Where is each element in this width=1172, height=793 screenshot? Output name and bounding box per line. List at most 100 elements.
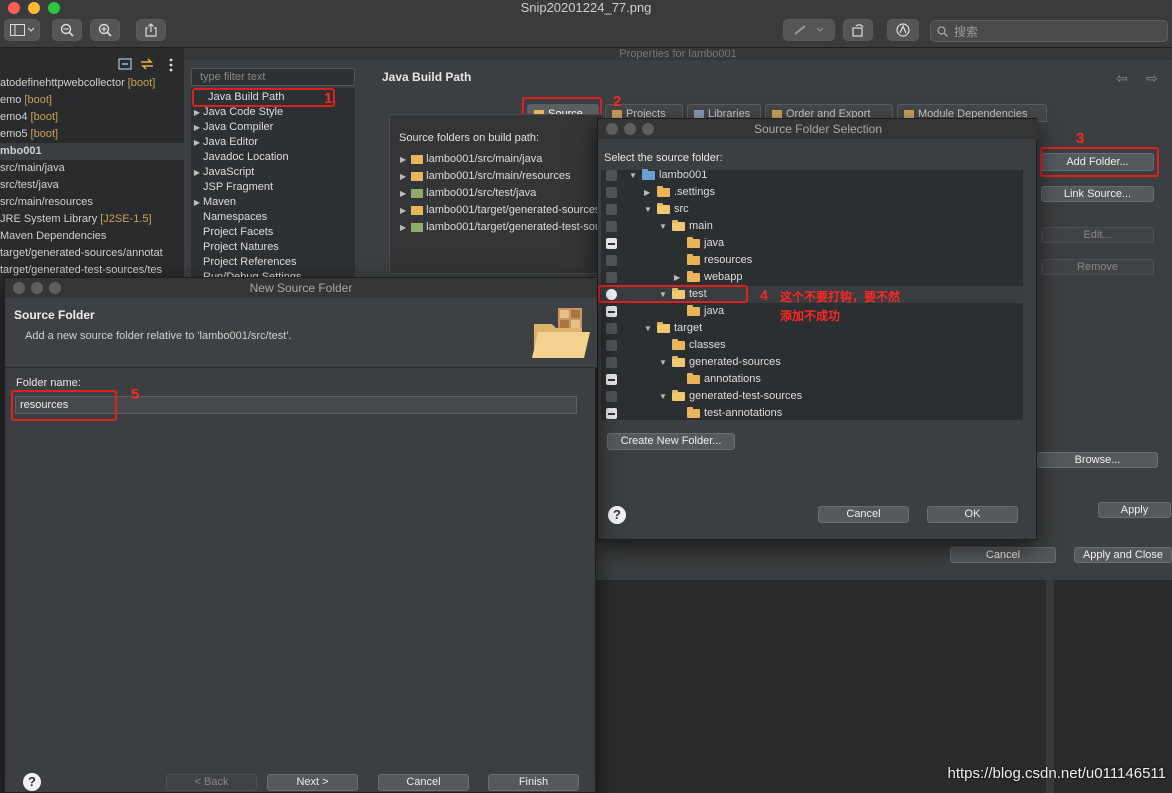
nav-item[interactable]: ▶ Maven (191, 195, 355, 210)
wizard-minimize-icon[interactable] (31, 282, 43, 294)
expand-arrow-icon[interactable]: ▶ (191, 135, 203, 150)
next-button[interactable]: Next > (267, 774, 358, 791)
nav-item[interactable]: Project References (191, 255, 355, 270)
link-with-editor-icon[interactable] (140, 58, 154, 70)
expand-arrow-icon[interactable]: ▶ (191, 165, 203, 180)
folder-tree-row[interactable]: java (601, 235, 1023, 252)
finish-button[interactable]: Finish (488, 774, 579, 791)
rotate-button[interactable] (843, 19, 873, 41)
explorer-item[interactable]: mbo001 (0, 143, 184, 160)
folder-tree-row[interactable]: ▶ .settings (601, 184, 1023, 201)
explorer-item[interactable]: src/main/resources (0, 194, 184, 211)
expand-arrow-icon[interactable]: ▶ (191, 120, 203, 135)
apply-button[interactable]: Apply (1098, 502, 1171, 518)
folder-tree-row[interactable]: ▼ generated-sources (601, 354, 1023, 371)
wizard-close-icon[interactable] (13, 282, 25, 294)
nav-item[interactable]: ▶ Java Editor (191, 135, 355, 150)
explorer-item[interactable]: Maven Dependencies (0, 228, 184, 245)
folder-tree-row[interactable]: annotations (601, 371, 1023, 388)
collapse-arrow-icon[interactable]: ▼ (644, 201, 652, 218)
view-menu-icon[interactable] (168, 58, 174, 72)
editor-scrollbar[interactable] (1046, 580, 1054, 793)
nav-item[interactable]: Project Facets (191, 225, 355, 240)
wizard-zoom-icon[interactable] (49, 282, 61, 294)
dialog-ok-button[interactable]: OK (927, 506, 1018, 523)
dialog-close-icon[interactable] (606, 123, 618, 135)
back-nav-icon[interactable]: ⇦ (1116, 70, 1128, 87)
folder-tree-row[interactable]: ▼ lambo001 (601, 167, 1023, 184)
folder-tree-row[interactable]: ▼ main (601, 218, 1023, 235)
folder-tree-row[interactable]: test-annotations (601, 405, 1023, 422)
nav-item[interactable]: ▶ JavaScript (191, 165, 355, 180)
annotate-button[interactable] (887, 19, 919, 41)
nav-item[interactable]: Project Natures (191, 240, 355, 255)
viewer-search-field[interactable]: 搜索 (930, 20, 1168, 42)
folder-checkbox[interactable] (606, 255, 617, 266)
remove-button[interactable]: Remove (1041, 259, 1154, 275)
folder-checkbox[interactable] (606, 357, 617, 368)
nav-item[interactable]: JSP Fragment (191, 180, 355, 195)
zoom-out-button[interactable] (52, 19, 82, 41)
expand-arrow-icon[interactable]: ▶ (400, 172, 406, 181)
properties-cancel-button[interactable]: Cancel (950, 547, 1056, 563)
source-folder-item[interactable]: ▶ lambo001/src/main/resources (400, 168, 570, 185)
folder-tree-row[interactable]: ▶ webapp (601, 269, 1023, 286)
collapse-arrow-icon[interactable]: ▼ (659, 218, 667, 235)
expand-arrow-icon[interactable]: ▶ (400, 189, 406, 198)
expand-arrow-icon[interactable]: ▶ (191, 105, 203, 120)
explorer-item[interactable]: emo5 [boot] (0, 126, 184, 143)
filter-input[interactable]: type filter text (191, 68, 355, 86)
dialog-help-icon[interactable]: ? (608, 506, 626, 524)
source-folder-item[interactable]: ▶ lambo001/src/main/java (400, 151, 542, 168)
expand-arrow-icon[interactable]: ▶ (191, 195, 203, 210)
edit-button[interactable]: Edit... (1041, 227, 1154, 243)
wizard-help-icon[interactable]: ? (23, 773, 41, 791)
explorer-item[interactable]: target/generated-sources/annotat (0, 245, 184, 262)
forward-nav-icon[interactable]: ⇨ (1146, 70, 1158, 87)
folder-tree-row[interactable]: classes (601, 337, 1023, 354)
folder-checkbox[interactable] (606, 204, 617, 215)
explorer-item[interactable]: emo4 [boot] (0, 109, 184, 126)
back-button[interactable]: < Back (166, 774, 257, 791)
apply-and-close-button[interactable]: Apply and Close (1074, 547, 1172, 563)
dialog-minimize-icon[interactable] (624, 123, 636, 135)
nav-item[interactable]: Javadoc Location (191, 150, 355, 165)
create-new-folder-button[interactable]: Create New Folder... (607, 433, 735, 450)
collapse-all-icon[interactable] (118, 58, 132, 70)
expand-arrow-icon[interactable]: ▶ (400, 155, 406, 164)
expand-arrow-icon[interactable]: ▶ (644, 184, 650, 201)
explorer-item[interactable]: atodefinehttpwebcollector [boot] (0, 75, 184, 92)
wizard-cancel-button[interactable]: Cancel (378, 774, 469, 791)
nav-item[interactable]: Namespaces (191, 210, 355, 225)
folder-checkbox[interactable] (606, 340, 617, 351)
source-folder-item[interactable]: ▶ lambo001/target/generated-test-sources/… (400, 219, 605, 236)
dialog-zoom-icon[interactable] (642, 123, 654, 135)
explorer-item[interactable]: JRE System Library [J2SE-1.5] (0, 211, 184, 228)
folder-checkbox[interactable] (606, 374, 617, 385)
share-button[interactable] (136, 19, 166, 41)
nav-item[interactable]: ▶ Java Compiler (191, 120, 355, 135)
sidebar-toggle-button[interactable] (4, 19, 40, 41)
explorer-item[interactable]: emo [boot] (0, 92, 184, 109)
explorer-item[interactable]: src/test/java (0, 177, 184, 194)
expand-arrow-icon[interactable]: ▶ (400, 223, 406, 232)
folder-tree-row[interactable]: resources (601, 252, 1023, 269)
folder-checkbox[interactable] (606, 408, 617, 419)
expand-arrow-icon[interactable]: ▶ (674, 269, 680, 286)
collapse-arrow-icon[interactable]: ▼ (659, 354, 667, 371)
expand-arrow-icon[interactable]: ▶ (400, 206, 406, 215)
folder-checkbox[interactable] (606, 187, 617, 198)
nav-item[interactable]: ▶ Java Code Style (191, 105, 355, 120)
folder-tree-row[interactable]: ▼ src (601, 201, 1023, 218)
collapse-arrow-icon[interactable]: ▼ (659, 388, 667, 405)
dialog-cancel-button[interactable]: Cancel (818, 506, 909, 523)
collapse-arrow-icon[interactable]: ▼ (629, 167, 637, 184)
folder-checkbox[interactable] (606, 238, 617, 249)
folder-checkbox[interactable] (606, 221, 617, 232)
source-folder-item[interactable]: ▶ lambo001/target/generated-sources/annot… (400, 202, 605, 219)
folder-checkbox[interactable] (606, 323, 617, 334)
zoom-in-button[interactable] (90, 19, 120, 41)
folder-tree-row[interactable]: ▼ generated-test-sources (601, 388, 1023, 405)
explorer-item[interactable]: src/main/java (0, 160, 184, 177)
browse-button[interactable]: Browse... (1037, 452, 1158, 468)
